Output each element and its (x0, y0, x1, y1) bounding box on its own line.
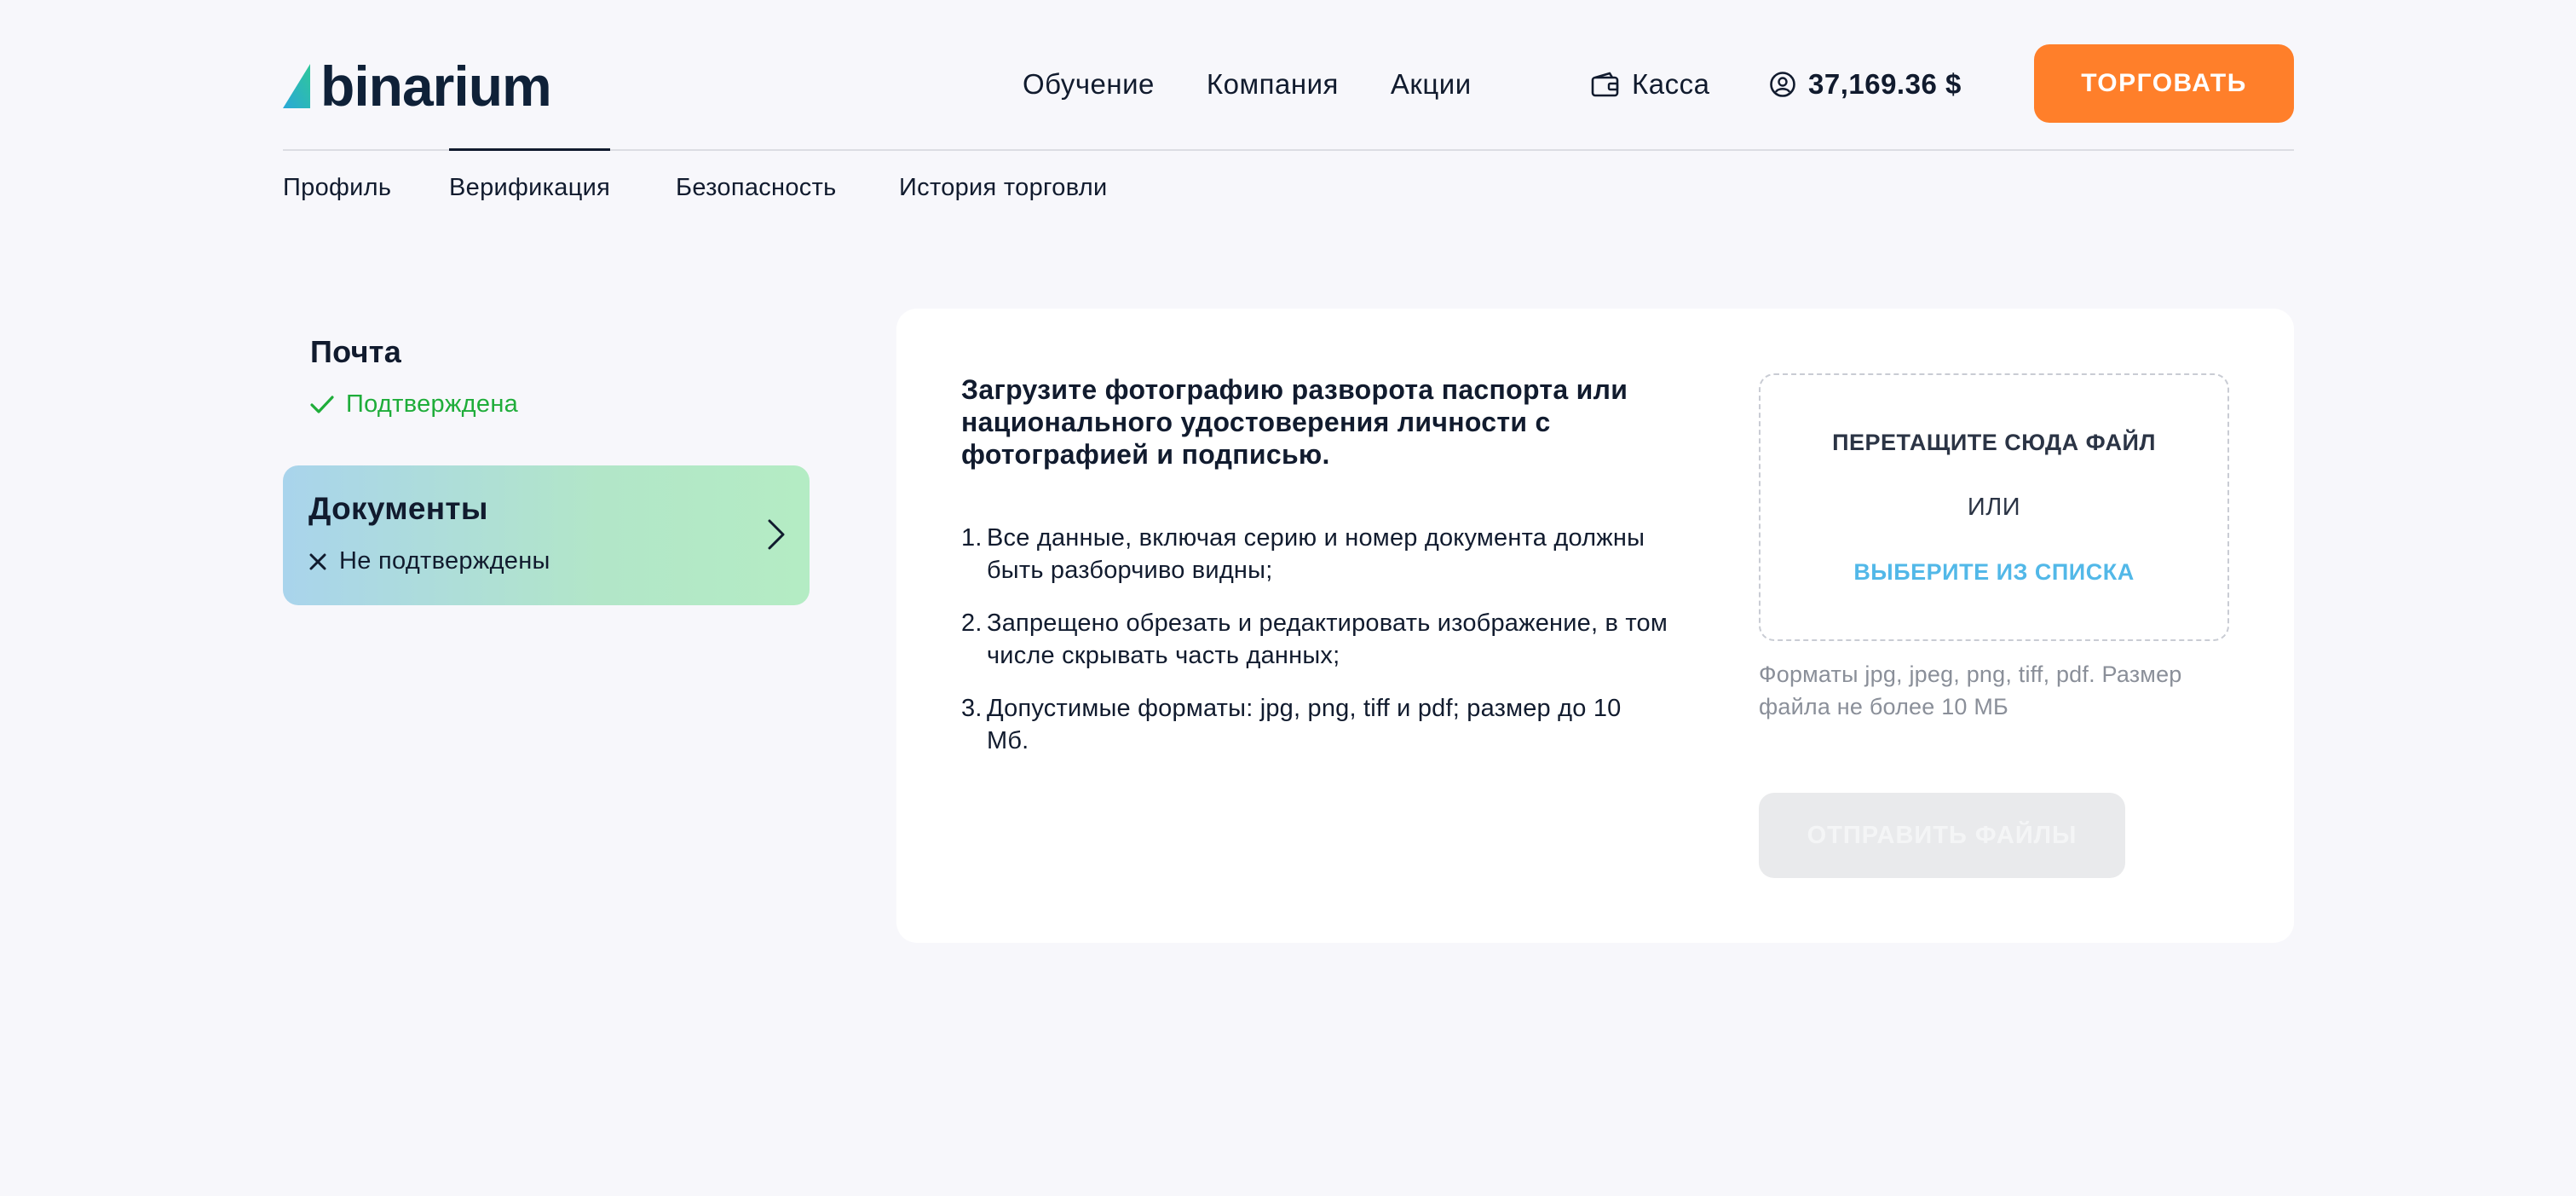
dropzone-or: ИЛИ (1967, 493, 2021, 521)
trade-button[interactable]: ТОРГОВАТЬ (2034, 44, 2294, 123)
nav-item-education[interactable]: Обучение (1023, 68, 1155, 101)
close-icon (309, 553, 326, 569)
balance[interactable]: 37,169.36 $ (1769, 63, 1962, 106)
list-item-text: Запрещено обрезать и редактировать изобр… (987, 610, 1668, 669)
list-item-text: Допустимые форматы: jpg, png, tiff и pdf… (987, 695, 1622, 754)
wallet-icon (1591, 72, 1619, 97)
verification-email-item[interactable]: Почта Подтверждена (310, 334, 787, 436)
main-nav: Обучение Компания Акции (1023, 63, 1472, 106)
tab-trade-history[interactable]: История торговли (899, 174, 1107, 202)
cash-label: Касса (1632, 68, 1710, 100)
upload-card: Загрузите фотографию разворота паспорта … (896, 309, 2294, 943)
documents-status: Не подтверждены (308, 547, 550, 575)
list-item-number: 3. (961, 695, 983, 722)
list-item-text: Все данные, включая серию и номер докуме… (987, 524, 1645, 584)
documents-title: Документы (308, 491, 488, 526)
list-item-number: 2. (961, 610, 983, 637)
chevron-right-icon (768, 519, 785, 550)
verification-documents-item[interactable]: Документы Не подтверждены (283, 465, 810, 605)
tab-verification[interactable]: Верификация (449, 148, 611, 202)
list-item: 2. Запрещено обрезать и редактировать из… (961, 607, 1668, 672)
list-item-number: 1. (961, 524, 983, 552)
email-status-label: Подтверждена (346, 390, 519, 418)
logo-text: binarium (320, 55, 552, 118)
tab-security[interactable]: Безопасность (676, 174, 837, 202)
balance-value: 37,169.36 $ (1808, 68, 1962, 100)
nav-item-promotions[interactable]: Акции (1391, 68, 1472, 101)
email-title: Почта (310, 334, 402, 369)
list-item: 1. Все данные, включая серию и номер док… (961, 522, 1668, 586)
cash-link[interactable]: Касса (1591, 63, 1709, 106)
logo[interactable]: binarium (283, 55, 552, 118)
list-item: 3. Допустимые форматы: jpg, png, tiff и … (961, 692, 1668, 757)
nav-item-company[interactable]: Компания (1207, 68, 1339, 101)
choose-file-link[interactable]: ВЫБЕРИТЕ ИЗ СПИСКА (1853, 559, 2134, 586)
email-status: Подтверждена (310, 390, 518, 419)
file-dropzone[interactable]: ПЕРЕТАЩИТЕ СЮДА ФАЙЛ ИЛИ ВЫБЕРИТЕ ИЗ СПИ… (1759, 373, 2229, 641)
dropzone-title: ПЕРЕТАЩИТЕ СЮДА ФАЙЛ (1832, 429, 2156, 455)
upload-rules-list: 1. Все данные, включая серию и номер док… (961, 522, 1668, 777)
check-icon (310, 395, 334, 413)
header: binarium Обучение Компания Акции Касса 3… (283, 44, 2294, 124)
submit-files-button[interactable]: ОТПРАВИТЬ ФАЙЛЫ (1759, 793, 2125, 878)
formats-note: Форматы jpg, jpeg, png, tiff, pdf. Разме… (1759, 662, 2182, 719)
user-circle-icon (1770, 72, 1795, 97)
upload-instructions-title: Загрузите фотографию разворота паспорта … (961, 374, 1628, 470)
documents-status-label: Не подтверждены (339, 547, 550, 575)
logo-mark-icon (283, 64, 310, 108)
tab-profile[interactable]: Профиль (283, 174, 391, 202)
